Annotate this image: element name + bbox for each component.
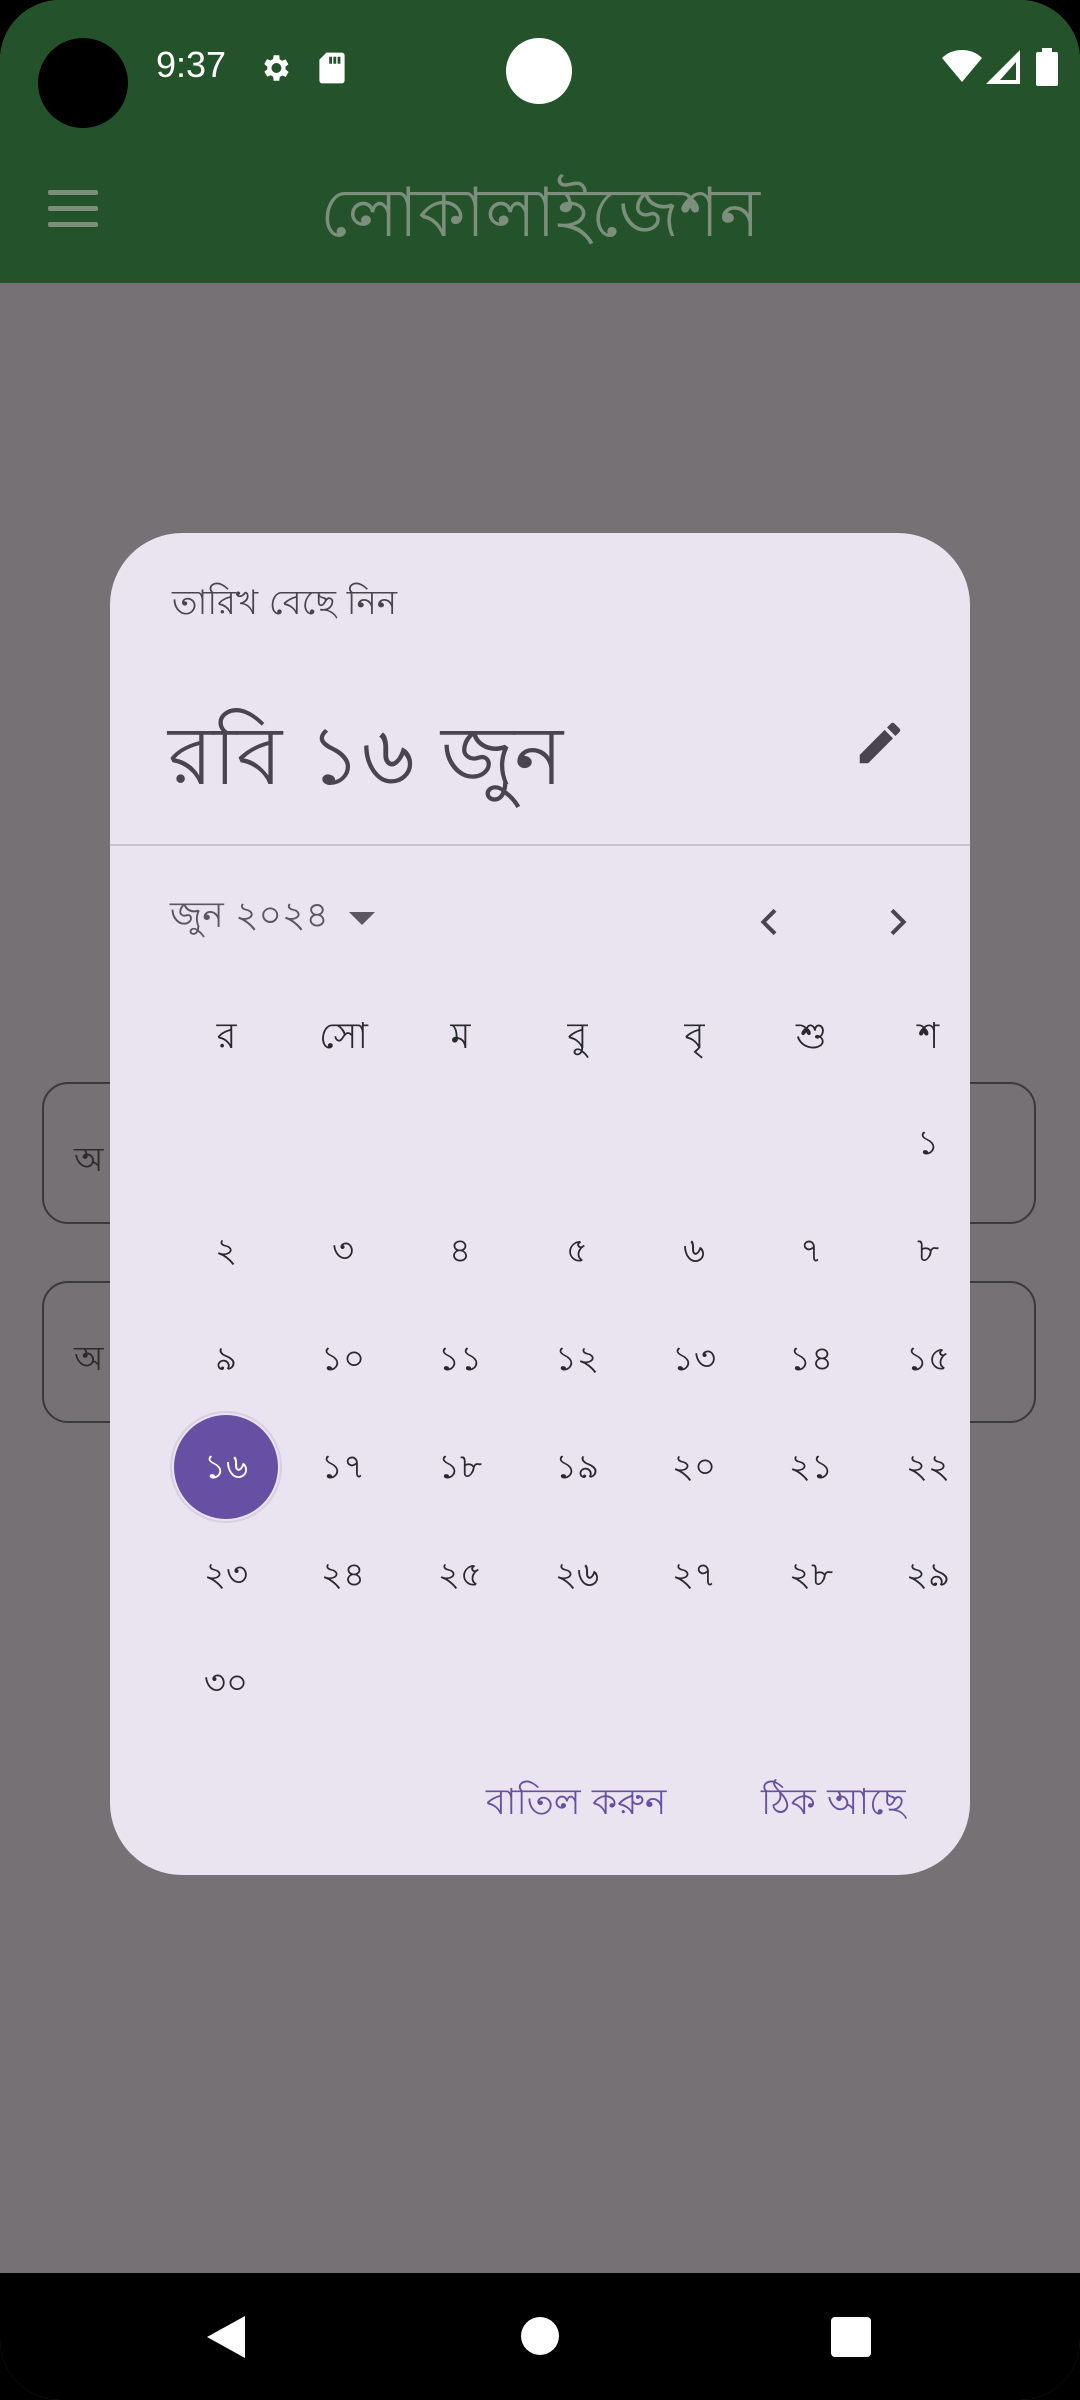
selected-day[interactable]: ১৬ (174, 1415, 278, 1519)
weekday-label: বু (567, 1016, 588, 1057)
ok-button[interactable]: ঠিক আছে (761, 1775, 905, 1835)
weekday-label: শু (796, 1016, 827, 1057)
day-cell[interactable]: ১৫ (876, 1307, 980, 1411)
day-cell[interactable]: ৭ (759, 1199, 863, 1303)
day-cell[interactable]: ২৫ (408, 1523, 512, 1627)
edit-date-button[interactable] (840, 703, 920, 783)
day-cell[interactable]: ১৮ (408, 1415, 512, 1519)
chevron-right-icon (890, 908, 907, 936)
recents-icon[interactable] (830, 2316, 872, 2358)
day-cell[interactable]: ৬ (642, 1199, 746, 1303)
day-cell[interactable]: ৪ (408, 1199, 512, 1303)
day-cell[interactable]: ১৪ (759, 1307, 863, 1411)
date-picker-dialog: তারিখ বেছে নিন রবি ১৬ জুন জুন ২০২৪ র সো ম ব… (110, 533, 970, 1875)
day-cell[interactable]: ২৯ (876, 1523, 980, 1627)
month-year-label: জুন ২০২৪ (170, 895, 329, 936)
home-icon[interactable] (520, 2316, 560, 2356)
day-cell[interactable]: ১৯ (525, 1415, 629, 1519)
day-cell[interactable]: ২২ (876, 1415, 980, 1519)
dropdown-caret-icon (348, 911, 375, 925)
day-cell[interactable]: ২৪ (291, 1523, 395, 1627)
day-cell[interactable]: ২৮ (759, 1523, 863, 1627)
navigation-bar (0, 2273, 1080, 2400)
day-cell[interactable]: ১০ (291, 1307, 395, 1411)
background-field-label: অ (74, 1339, 104, 1379)
sd-card-icon (319, 52, 345, 84)
selected-date-headline: রবি ১৬ জুন (168, 709, 564, 804)
weekday-label: শ (917, 1016, 940, 1057)
day-cell[interactable]: ২০ (642, 1415, 746, 1519)
next-month-button[interactable] (865, 890, 929, 954)
weekday-label: র (216, 1016, 237, 1057)
day-cell[interactable]: ৮ (876, 1199, 980, 1303)
app-bar: 9:37 লোকালাইজেশন (0, 0, 1080, 283)
screen: 9:37 লোকালাইজেশন অ অ তারিখ বেছে নিন রবি … (0, 0, 1080, 2400)
camera-cutout (38, 38, 128, 128)
wifi-icon (942, 50, 982, 82)
previous-month-button[interactable] (738, 890, 802, 954)
day-cell[interactable]: ১৩ (642, 1307, 746, 1411)
pencil-icon (859, 722, 901, 764)
day-cell[interactable]: ৩ (291, 1199, 395, 1303)
chevron-left-icon (760, 908, 777, 936)
app-title: লোকালাইজেশন (319, 174, 760, 253)
day-cell[interactable]: ১১ (408, 1307, 512, 1411)
day-cell[interactable]: ২৭ (642, 1523, 746, 1627)
weekday-label: ম (450, 1016, 471, 1057)
signal-icon (986, 50, 1020, 84)
background-field-label: অ (74, 1140, 104, 1180)
day-cell[interactable]: ৩০ (174, 1631, 278, 1735)
day-cell[interactable]: ১৭ (291, 1415, 395, 1519)
cancel-button[interactable]: বাতিল করুন (486, 1775, 666, 1835)
battery-icon (1036, 48, 1058, 86)
settings-icon (264, 55, 289, 81)
back-icon[interactable] (205, 2316, 247, 2358)
weekday-label: সো (319, 1016, 368, 1057)
weekday-label: বৃ (684, 1016, 705, 1057)
day-cell[interactable]: ৯ (174, 1307, 278, 1411)
status-indicator-dot (506, 38, 572, 104)
day-cell[interactable]: ১ (876, 1091, 980, 1195)
day-cell[interactable]: ২১ (759, 1415, 863, 1519)
status-time: 9:37 (156, 44, 227, 85)
day-cell[interactable]: ১২ (525, 1307, 629, 1411)
month-year-selector[interactable]: জুন ২০২৪ (170, 883, 375, 953)
day-cell[interactable]: ৫ (525, 1199, 629, 1303)
day-cell[interactable]: ২৩ (174, 1523, 278, 1627)
day-cell[interactable]: ২৬ (525, 1523, 629, 1627)
dialog-heading: তারিখ বেছে নিন (172, 583, 398, 623)
header-divider (110, 844, 970, 846)
day-cell[interactable]: ২ (174, 1199, 278, 1303)
